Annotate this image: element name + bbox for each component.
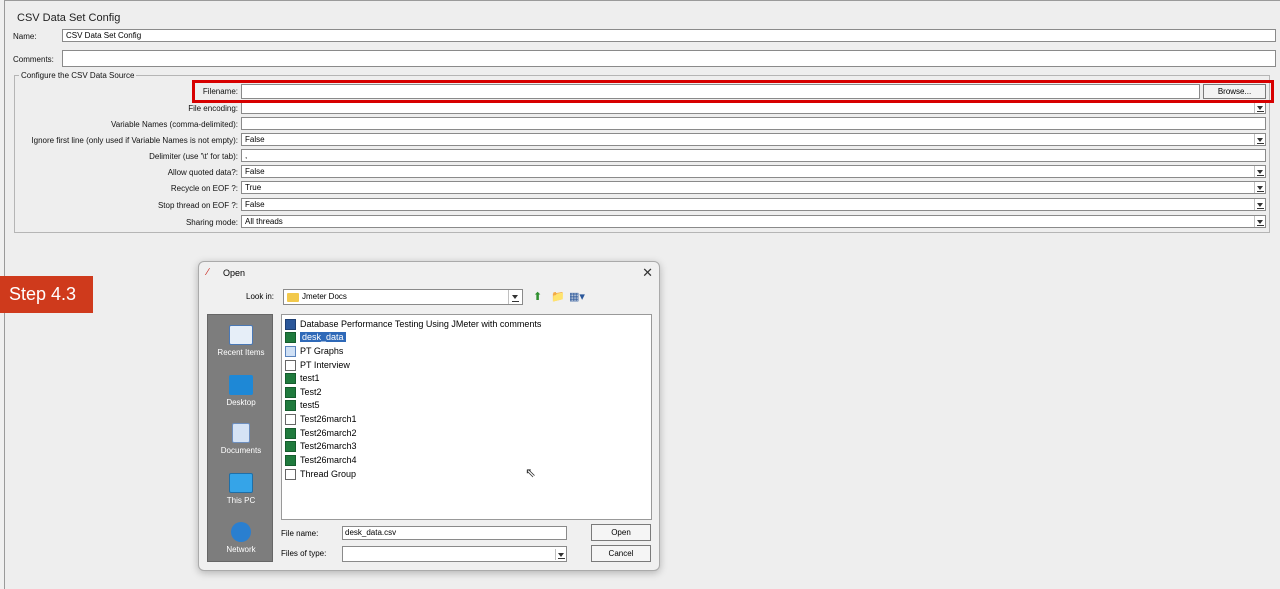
sharing-mode-label: Sharing mode: xyxy=(185,218,238,227)
look-in-label: Look in: xyxy=(246,292,275,301)
folder-icon xyxy=(287,293,299,302)
allow-quoted-label: Allow quoted data?: xyxy=(167,168,238,177)
page-title: CSV Data Set Config xyxy=(17,12,121,24)
files-of-type-label: Files of type: xyxy=(281,549,327,558)
name-field[interactable]: CSV Data Set Config xyxy=(62,29,1276,42)
chevron-down-icon[interactable] xyxy=(1254,134,1265,145)
documents-icon xyxy=(232,423,250,443)
place-network[interactable]: Network xyxy=(208,522,274,554)
excel-icon xyxy=(285,332,296,343)
recycle-eof-combo[interactable]: True xyxy=(241,181,1266,194)
excel-icon xyxy=(285,387,296,398)
desktop-icon xyxy=(229,375,253,395)
chevron-down-icon[interactable] xyxy=(1254,216,1265,227)
places-bar: Recent Items Desktop Documents This PC N… xyxy=(207,314,273,562)
variable-names-field[interactable] xyxy=(241,117,1266,130)
list-item[interactable]: test5 xyxy=(285,399,320,411)
allow-quoted-combo[interactable]: False xyxy=(241,165,1266,178)
dialog-title: Open xyxy=(223,268,246,278)
delimiter-label: Delimiter (use '\t' for tab): xyxy=(149,152,238,161)
recent-items-icon xyxy=(229,325,253,345)
list-item[interactable]: Test26march4 xyxy=(285,454,357,466)
place-recent-items[interactable]: Recent Items xyxy=(208,325,274,357)
comments-field[interactable] xyxy=(62,50,1276,67)
place-label: Documents xyxy=(220,446,262,455)
files-of-type-combo[interactable] xyxy=(342,546,567,562)
file-list[interactable]: Database Performance Testing Using JMete… xyxy=(281,314,652,520)
place-label: This PC xyxy=(226,496,256,505)
chevron-down-icon[interactable] xyxy=(555,549,566,560)
group-title: Configure the CSV Data Source xyxy=(19,71,137,80)
variable-names-label: Variable Names (comma-delimited): xyxy=(111,120,238,129)
excel-icon xyxy=(285,455,296,466)
stop-thread-eof-combo[interactable]: False xyxy=(241,198,1266,211)
place-label: Network xyxy=(226,545,256,554)
document-icon xyxy=(285,346,296,357)
look-in-value: Jmeter Docs xyxy=(302,292,347,301)
stop-thread-eof-label: Stop thread on EOF ?: xyxy=(157,201,238,210)
sharing-mode-combo[interactable]: All threads xyxy=(241,215,1266,228)
ignore-first-line-combo[interactable]: False xyxy=(241,133,1266,146)
stop-thread-eof-value: False xyxy=(245,200,265,209)
list-item[interactable]: desk_data xyxy=(285,331,346,343)
new-folder-icon[interactable]: 📁 xyxy=(551,290,565,303)
excel-icon xyxy=(285,441,296,452)
network-icon xyxy=(231,522,251,542)
open-dialog: ∕ Open ✕ Look in: Jmeter Docs ⬆ 📁 ▦▾ Rec… xyxy=(198,261,660,571)
sharing-mode-value: All threads xyxy=(245,217,283,226)
recycle-eof-label: Recycle on EOF ?: xyxy=(170,184,238,193)
list-item[interactable]: Test26march1 xyxy=(285,413,357,425)
place-label: Recent Items xyxy=(217,348,265,357)
list-item[interactable]: PT Interview xyxy=(285,359,350,371)
file-name-input[interactable]: desk_data.csv xyxy=(342,526,567,540)
up-folder-icon[interactable]: ⬆ xyxy=(533,290,542,303)
list-item[interactable]: Test26march2 xyxy=(285,427,357,439)
excel-icon xyxy=(285,428,296,439)
chevron-down-icon[interactable] xyxy=(508,290,522,304)
excel-icon xyxy=(285,400,296,411)
allow-quoted-value: False xyxy=(245,167,265,176)
place-label: Desktop xyxy=(226,398,256,407)
chevron-down-icon[interactable] xyxy=(1254,182,1265,193)
file-encoding-label: File encoding: xyxy=(188,104,238,113)
list-item[interactable]: Database Performance Testing Using JMete… xyxy=(285,318,541,330)
delimiter-field[interactable]: , xyxy=(241,149,1266,162)
list-item[interactable]: Test26march3 xyxy=(285,440,357,452)
place-documents[interactable]: Documents xyxy=(208,423,274,455)
step-badge: Step 4.3 xyxy=(0,276,93,313)
cancel-button[interactable]: Cancel xyxy=(591,545,651,562)
chevron-down-icon[interactable] xyxy=(1254,102,1265,113)
view-menu-icon[interactable]: ▦▾ xyxy=(569,290,585,303)
text-file-icon xyxy=(285,360,296,371)
name-label: Name: xyxy=(13,32,37,41)
filename-highlight-box xyxy=(192,80,1274,103)
ignore-first-line-label: Ignore first line (only used if Variable… xyxy=(31,136,238,145)
place-this-pc[interactable]: This PC xyxy=(208,473,274,505)
excel-icon xyxy=(285,373,296,384)
file-icon xyxy=(285,414,296,425)
chevron-down-icon[interactable] xyxy=(1254,199,1265,210)
comments-label: Comments: xyxy=(13,55,54,64)
ignore-first-line-value: False xyxy=(245,135,265,144)
mouse-cursor-icon: ⇖ xyxy=(525,465,536,480)
file-icon xyxy=(285,469,296,480)
place-desktop[interactable]: Desktop xyxy=(208,375,274,407)
java-icon: ∕ xyxy=(207,267,209,278)
list-item[interactable]: Thread Group xyxy=(285,468,356,480)
list-item[interactable]: test1 xyxy=(285,372,320,384)
word-icon xyxy=(285,319,296,330)
file-name-label: File name: xyxy=(281,529,319,538)
open-button[interactable]: Open xyxy=(591,524,651,541)
close-icon[interactable]: ✕ xyxy=(642,265,653,281)
computer-icon xyxy=(229,473,253,493)
list-item[interactable]: Test2 xyxy=(285,386,322,398)
list-item[interactable]: PT Graphs xyxy=(285,345,343,357)
chevron-down-icon[interactable] xyxy=(1254,166,1265,177)
recycle-eof-value: True xyxy=(245,183,262,192)
look-in-combo[interactable]: Jmeter Docs xyxy=(283,289,523,305)
